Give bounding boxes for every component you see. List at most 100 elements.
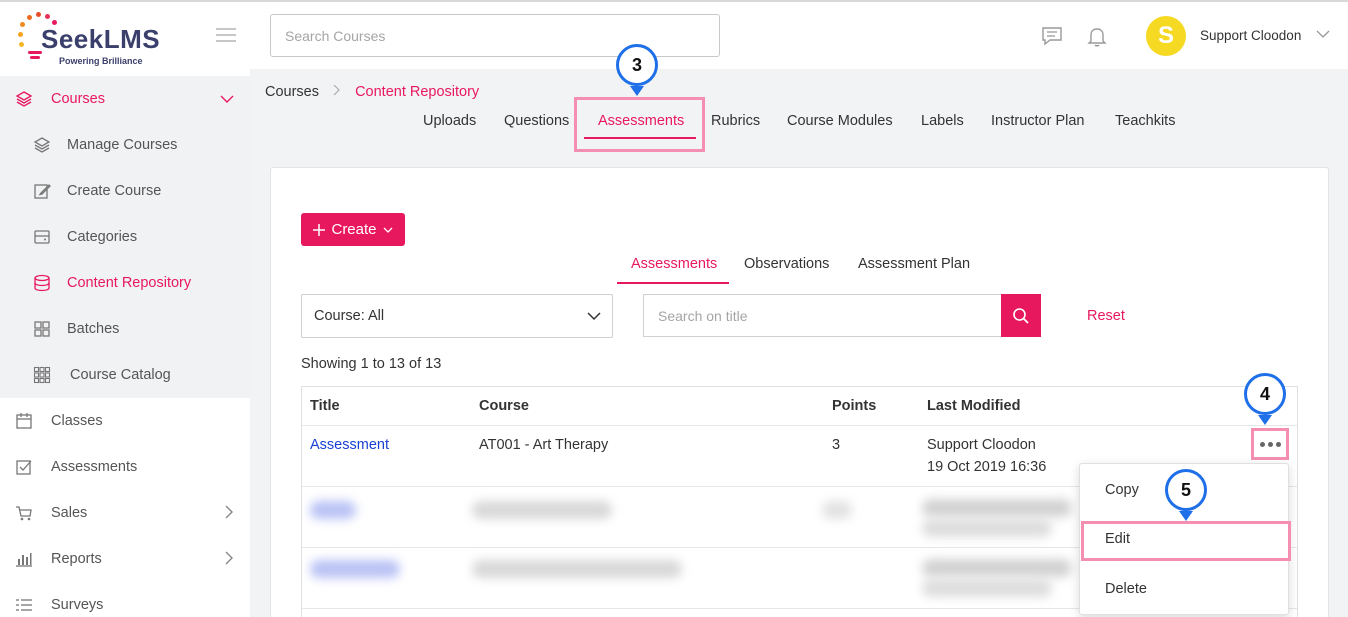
chevron-down-icon (586, 306, 602, 330)
sidebar-item-classes[interactable]: Classes (0, 398, 250, 444)
sidebar-item-manage-courses[interactable]: Manage Courses (0, 122, 250, 168)
column-header-points[interactable]: Points (832, 398, 876, 414)
checkbox-icon (14, 457, 34, 477)
avatar[interactable]: S (1146, 16, 1186, 56)
active-subtab-underline (617, 282, 729, 284)
row-modified-by: Support Cloodon (927, 437, 1036, 453)
server-icon (32, 227, 52, 247)
chevron-down-icon[interactable] (1316, 26, 1330, 42)
sidebar-item-batches[interactable]: Batches (0, 306, 250, 352)
sidebar-item-assessments[interactable]: Assessments (0, 444, 250, 490)
apps-icon (32, 365, 52, 385)
brand-name: SeekLMS (41, 24, 161, 54)
subtab-assessment-plan[interactable]: Assessment Plan (858, 256, 970, 272)
create-button-label: Create (331, 221, 377, 238)
sidebar-item-label: Content Repository (67, 275, 192, 291)
messages-icon[interactable] (1040, 24, 1064, 48)
menu-item-copy[interactable]: Copy (1105, 482, 1139, 498)
repository-tabs: Uploads Questions Assessments Rubrics Co… (250, 109, 1348, 139)
tab-labels[interactable]: Labels (921, 113, 964, 129)
course-filter-select[interactable]: Course: All (301, 294, 613, 338)
breadcrumb-separator-icon (333, 84, 345, 100)
seeklms-logo[interactable]: SeekLMS Powering Brilliance (14, 10, 174, 68)
top-header: S Support Cloodon (250, 2, 1348, 69)
showing-count: Showing 1 to 13 of 13 (301, 356, 442, 372)
callout-badge-3: 3 (616, 44, 658, 86)
brand-tagline: Powering Brilliance (59, 56, 143, 66)
search-icon (1013, 307, 1029, 324)
sidebar-item-label: Course Catalog (70, 367, 171, 383)
callout-pointer-5 (1179, 511, 1193, 521)
user-name[interactable]: Support Cloodon (1200, 28, 1301, 43)
sidebar-item-label: Surveys (51, 597, 104, 613)
sidebar: SeekLMS Powering Brilliance Courses Mana… (0, 2, 250, 617)
plus-icon (313, 223, 326, 236)
column-header-course[interactable]: Course (479, 398, 529, 414)
tab-teachkits[interactable]: Teachkits (1115, 113, 1175, 129)
column-header-last-modified[interactable]: Last Modified (927, 398, 1020, 414)
row-modified-at: 19 Oct 2019 16:36 (927, 459, 1047, 475)
tab-uploads[interactable]: Uploads (423, 113, 476, 129)
subtab-observations[interactable]: Observations (744, 256, 829, 272)
sidebar-item-content-repository[interactable]: Content Repository (0, 260, 250, 306)
grid-icon (32, 319, 52, 339)
sidebar-item-label: Reports (51, 551, 102, 567)
create-button[interactable]: Create (301, 213, 405, 246)
more-dot (1267, 441, 1273, 447)
tab-instructor-plan[interactable]: Instructor Plan (991, 113, 1085, 129)
breadcrumb-courses[interactable]: Courses (265, 84, 319, 100)
menu-toggle-icon[interactable] (216, 28, 236, 46)
database-icon (32, 273, 52, 293)
row-actions-button[interactable] (1251, 428, 1289, 460)
tab-questions[interactable]: Questions (504, 113, 569, 129)
sidebar-item-course-catalog[interactable]: Course Catalog (0, 352, 250, 398)
highlight-box-edit (1081, 521, 1291, 561)
sidebar-item-label: Batches (67, 321, 120, 337)
blurred-modified-date (922, 579, 1052, 597)
callout-badge-4: 4 (1244, 373, 1286, 415)
sidebar-item-surveys[interactable]: Surveys (0, 582, 250, 617)
blurred-modified (922, 499, 1072, 517)
bar-chart-icon (14, 549, 34, 569)
callout-badge-5: 5 (1165, 469, 1207, 511)
callout-pointer-4 (1258, 415, 1272, 425)
chevron-right-icon (224, 551, 234, 568)
subtab-assessments[interactable]: Assessments (631, 256, 717, 272)
sidebar-item-categories[interactable]: Categories (0, 214, 250, 260)
sidebar-nav: Courses Manage Courses Create Course Cat… (0, 76, 250, 617)
chevron-down-icon (220, 92, 234, 107)
chevron-right-icon (224, 505, 234, 522)
blurred-course (472, 501, 612, 519)
tab-course-modules[interactable]: Course Modules (787, 113, 893, 129)
sidebar-item-label: Courses (51, 91, 105, 107)
sidebar-item-sales[interactable]: Sales (0, 490, 250, 536)
chevron-down-icon (383, 227, 392, 233)
blurred-course (472, 560, 682, 578)
menu-item-delete[interactable]: Delete (1105, 581, 1147, 597)
reset-link[interactable]: Reset (1087, 308, 1125, 324)
sidebar-item-label: Classes (51, 413, 103, 429)
layers-icon (14, 89, 34, 109)
courses-group: Courses Manage Courses Create Course Cat… (0, 76, 250, 398)
blurred-points (822, 501, 852, 519)
breadcrumb: Courses Content Repository (265, 84, 479, 100)
sidebar-item-label: Create Course (67, 183, 162, 199)
list-icon (14, 595, 34, 615)
column-header-title[interactable]: Title (310, 398, 340, 414)
title-search-input[interactable] (643, 294, 1001, 337)
bell-icon[interactable] (1085, 24, 1109, 48)
sidebar-item-label: Assessments (51, 459, 138, 475)
sidebar-item-create-course[interactable]: Create Course (0, 168, 250, 214)
search-button[interactable] (1001, 294, 1041, 337)
blurred-title (310, 501, 356, 519)
blurred-modified (922, 559, 1072, 577)
assessment-title-link[interactable]: Assessment (310, 437, 389, 453)
course-filter-value: Course: All (314, 308, 385, 324)
more-dot (1275, 441, 1281, 447)
sidebar-item-courses[interactable]: Courses (0, 76, 250, 122)
blurred-modified-date (922, 519, 1052, 537)
tab-rubrics[interactable]: Rubrics (711, 113, 760, 129)
sidebar-item-reports[interactable]: Reports (0, 536, 250, 582)
breadcrumb-content-repository: Content Repository (355, 84, 480, 100)
sidebar-item-label: Sales (51, 505, 88, 521)
